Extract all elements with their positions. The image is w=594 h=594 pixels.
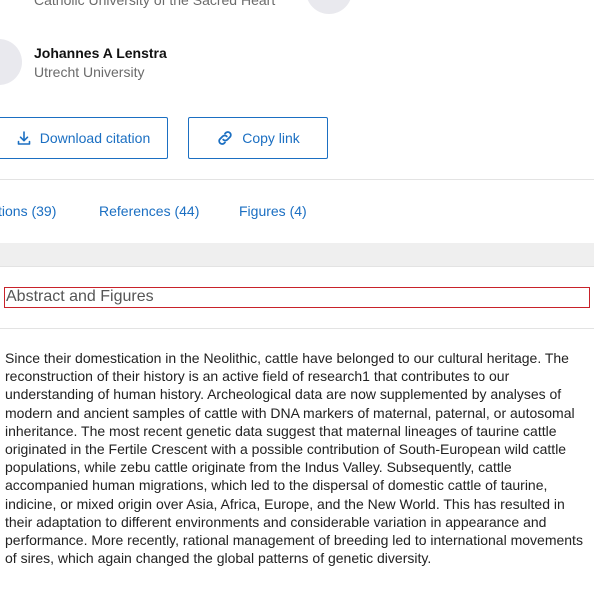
divider bbox=[0, 179, 594, 180]
divider bbox=[0, 266, 594, 267]
tab-references[interactable]: References (44) bbox=[99, 203, 199, 219]
avatar[interactable] bbox=[306, 0, 352, 14]
copy-link-button[interactable]: Copy link bbox=[188, 117, 328, 159]
author-affiliation: Catholic University of the Sacred Heart bbox=[34, 0, 276, 8]
section-band bbox=[0, 243, 594, 266]
tab-citations[interactable]: tions (39) bbox=[0, 203, 56, 219]
tab-figures[interactable]: Figures (4) bbox=[239, 203, 307, 219]
author-affiliation: Utrecht University bbox=[34, 64, 145, 80]
avatar[interactable] bbox=[0, 39, 22, 85]
section-title: Abstract and Figures bbox=[4, 287, 590, 308]
publication-page: Catholic University of the Sacred Heart … bbox=[0, 0, 594, 594]
divider bbox=[0, 328, 594, 329]
abstract-text: Since their domestication in the Neolith… bbox=[5, 350, 583, 567]
copy-link-label: Copy link bbox=[242, 130, 300, 146]
download-icon bbox=[16, 130, 32, 146]
download-citation-button[interactable]: Download citation bbox=[0, 117, 168, 159]
download-citation-label: Download citation bbox=[39, 130, 151, 146]
author-name[interactable]: Johannes A Lenstra bbox=[34, 45, 167, 61]
link-icon bbox=[216, 130, 234, 146]
